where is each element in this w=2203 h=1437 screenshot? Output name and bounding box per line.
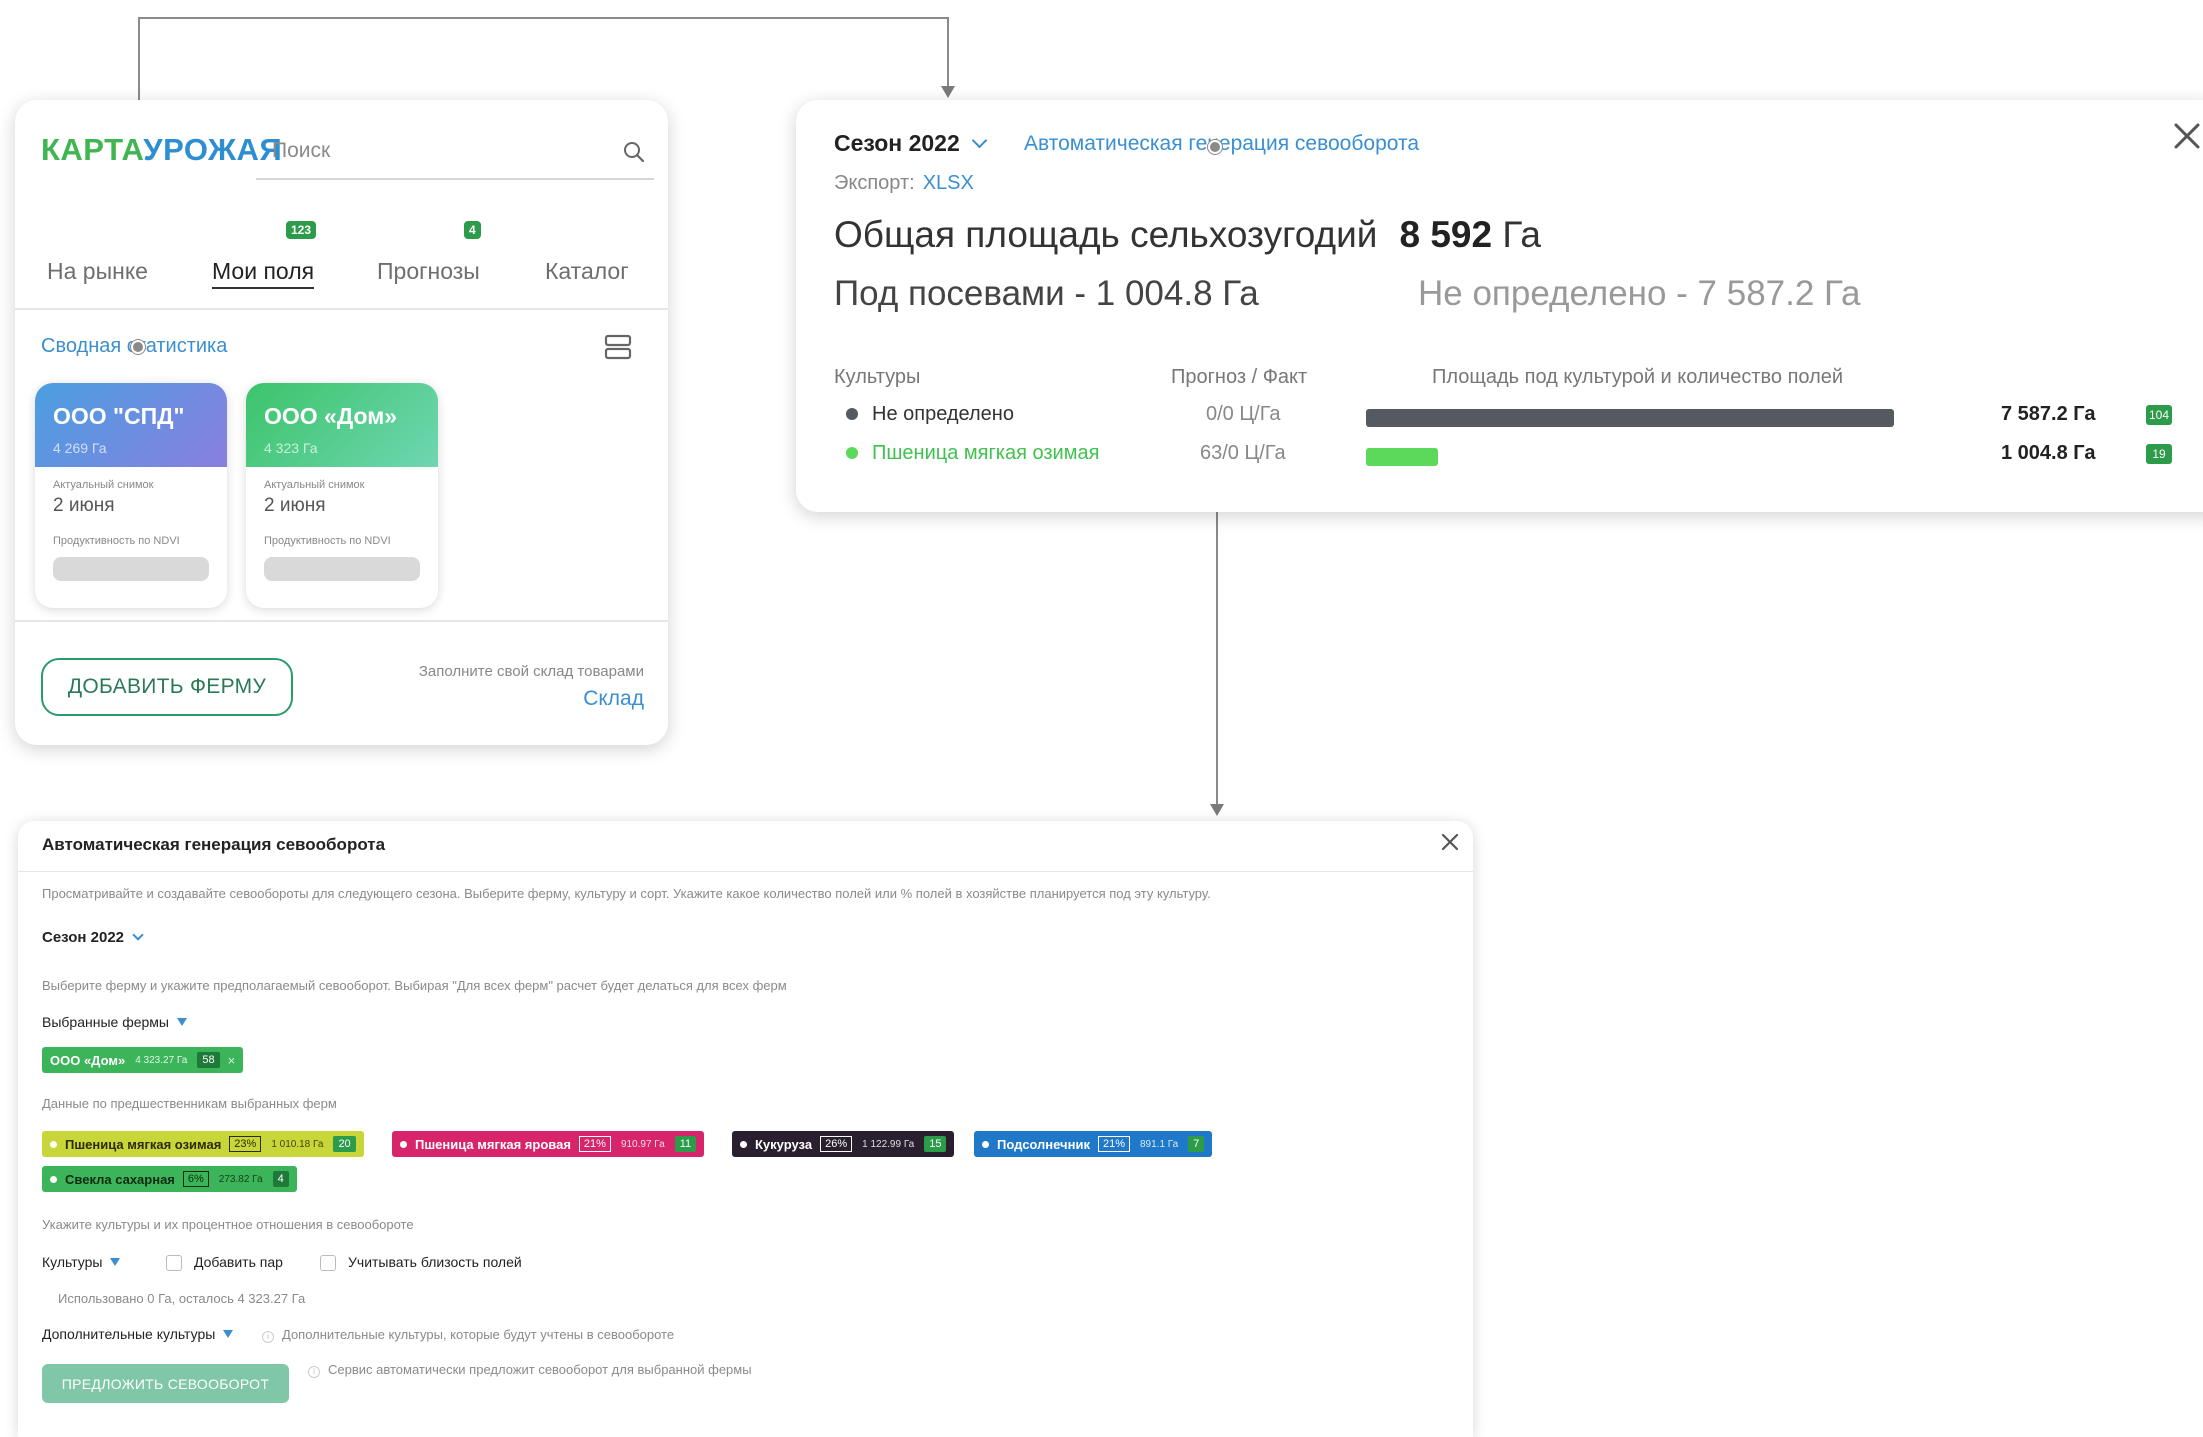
info-icon: i (308, 1366, 320, 1378)
predecessor-chip-corn[interactable]: Кукуруза 26% 1 122.99 Га 15 (732, 1131, 955, 1157)
modal-description: Просматривайте и создавайте севообороты … (42, 886, 1211, 901)
tab-catalog[interactable]: Каталог (545, 258, 629, 285)
tab-my-fields[interactable]: Мои поля (212, 258, 315, 289)
snapshot-label: Актуальный снимок (264, 479, 365, 491)
modal-title: Автоматическая генерация севооборота (42, 835, 386, 854)
connector-dot (131, 340, 145, 354)
crops-dropdown[interactable]: Культуры (42, 1254, 121, 1270)
warehouse-link[interactable]: Склад (583, 687, 644, 711)
crop-row-undefined[interactable]: Не определено (846, 403, 1014, 426)
farm-area: 4 269 Га (53, 440, 107, 456)
suggest-rotation-button[interactable]: ПРЕДЛОЖИТЬ СЕВООБОРОТ (42, 1364, 289, 1403)
export-xlsx-link[interactable]: XLSX (923, 172, 974, 194)
total-area: Общая площадь сельхозугодий 8 592 Га (834, 214, 1541, 255)
selected-farm-chip[interactable]: ООО «Дом» 4 323.27 Га 58 × (42, 1047, 244, 1073)
fields-count-badge: 11 (674, 1136, 697, 1152)
list-view-icon[interactable] (603, 332, 633, 362)
crop-area-value: 1 004.8 Га (2001, 442, 2096, 464)
snapshot-label: Актуальный снимок (53, 479, 154, 491)
selected-farms-dropdown[interactable]: Выбранные фермы (42, 1014, 187, 1030)
add-fallow-label: Добавить пар (194, 1254, 283, 1270)
ndvi-bar (264, 557, 420, 581)
fields-count-badge: 19 (2146, 444, 2172, 464)
predecessor-chip-sunflower[interactable]: Подсолнечник 21% 891.1 Га 7 (974, 1131, 1213, 1157)
season-stats-panel: Сезон 2022 Автоматическая генерация сево… (796, 100, 2203, 512)
search-input[interactable] (256, 128, 586, 174)
crop-area-value: 7 587.2 Га (2001, 403, 2096, 425)
search-icon[interactable] (622, 140, 646, 164)
farm-card-spd[interactable]: ООО "СПД" 4 269 Га Актуальный снимок 2 и… (35, 383, 227, 608)
farm-card-header: ООО "СПД" 4 269 Га (35, 383, 227, 467)
crop-forecast: 63/0 Ц/Га (1200, 442, 1286, 464)
crop-forecast: 0/0 Ц/Га (1206, 403, 1281, 425)
snapshot-date: 2 июня (264, 495, 326, 516)
crops-hint: Укажите культуры и их процентное отношен… (42, 1217, 414, 1232)
add-farm-button[interactable]: ДОБАВИТЬ ФЕРМУ (41, 658, 293, 716)
divider (18, 871, 1473, 872)
used-area-text: Использовано 0 Га, осталось 4 323.27 Га (58, 1291, 306, 1306)
crop-area-bar (1366, 448, 1438, 466)
warehouse-hint: Заполните свой склад товарами (418, 663, 644, 680)
crop-color-dot (846, 447, 858, 459)
farm-area: 4 323 Га (264, 440, 318, 456)
farm-card-dom[interactable]: ООО «Дом» 4 323 Га Актуальный снимок 2 и… (246, 383, 438, 608)
suggest-hint: i Сервис автоматически предложит севообор… (308, 1362, 752, 1378)
divider (15, 620, 668, 622)
col-header-crops: Культуры (834, 366, 921, 388)
fields-count-badge: 7 (1188, 1136, 1205, 1152)
col-header-forecast: Прогноз / Факт (1171, 366, 1308, 388)
field-proximity-checkbox[interactable] (320, 1255, 336, 1271)
app-logo[interactable]: КАРТАУРОЖАЯ (41, 132, 282, 168)
ndvi-label: Продуктивность по NDVI (264, 535, 391, 547)
chevron-down-icon (132, 929, 144, 941)
predecessor-chip-spring-wheat[interactable]: Пшеница мягкая яровая 21% 910.97 Га 11 (392, 1131, 705, 1157)
connector-dot (1208, 140, 1222, 154)
dropdown-arrow-icon (223, 1330, 234, 1338)
predecessor-chip-winter-wheat[interactable]: Пшеница мягкая озимая 23% 1 010.18 Га 20 (42, 1131, 364, 1157)
close-icon[interactable] (2171, 120, 2203, 152)
sown-area: Под посевами - 1 004.8 Га (834, 274, 1259, 313)
crop-color-dot (846, 408, 858, 420)
forecasts-count-badge: 4 (464, 221, 481, 239)
crop-row-winter-wheat[interactable]: Пшеница мягкая озимая (846, 442, 1099, 465)
ndvi-label: Продуктивность по NDVI (53, 535, 180, 547)
main-tabs: На рынке Мои поля 123 Прогнозы 4 Каталог (15, 220, 668, 310)
additional-crops-hint: i Дополнительные культуры, которые будут … (262, 1327, 674, 1343)
col-header-area: Площадь под культурой и количество полей (1432, 366, 1844, 388)
fields-count-badge: 104 (2146, 405, 2172, 425)
fields-count-badge: 20 (333, 1136, 356, 1152)
snapshot-date: 2 июня (53, 495, 115, 516)
dropdown-arrow-icon (110, 1258, 121, 1266)
remove-chip-icon[interactable]: × (228, 1053, 236, 1068)
chevron-down-icon (971, 132, 988, 149)
app-widget: КАРТАУРОЖАЯ На рынке Мои поля 123 Прогно… (15, 100, 668, 745)
dropdown-arrow-icon (176, 1018, 187, 1026)
my-fields-count-badge: 123 (286, 221, 317, 239)
search-bar (256, 128, 654, 180)
ndvi-bar (53, 557, 209, 581)
tab-forecasts[interactable]: Прогнозы (377, 258, 480, 285)
fields-count-badge: 58 (197, 1052, 220, 1068)
farm-card-header: ООО «Дом» 4 323 Га (246, 383, 438, 467)
farm-name: ООО "СПД" (53, 403, 185, 429)
export-row: Экспорт: XLSX (834, 172, 974, 194)
season-selector[interactable]: Сезон 2022 (42, 929, 144, 946)
autogen-rotation-modal: Автоматическая генерация севооборота Про… (18, 821, 1473, 1437)
predecessor-chip-sugar-beet[interactable]: Свекла сахарная 6% 273.82 Га 4 (42, 1166, 297, 1192)
undefined-area: Не определено - 7 587.2 Га (1418, 274, 1861, 313)
farm-hint: Выберите ферму и укажите предполагаемый … (42, 978, 787, 993)
fields-count-badge: 15 (924, 1136, 947, 1152)
fields-count-badge: 4 (272, 1171, 289, 1187)
tab-market[interactable]: На рынке (47, 258, 148, 285)
crop-area-bar (1366, 409, 1894, 427)
field-proximity-label: Учитывать близость полей (348, 1254, 522, 1270)
info-icon: i (262, 1331, 274, 1343)
additional-crops-dropdown[interactable]: Дополнительные культуры (42, 1326, 234, 1342)
close-icon[interactable] (1439, 831, 1461, 853)
predecessors-label: Данные по предшественникам выбранных фер… (42, 1096, 337, 1111)
farm-name: ООО «Дом» (264, 403, 398, 429)
season-selector[interactable]: Сезон 2022 (834, 130, 988, 157)
add-fallow-checkbox[interactable] (166, 1255, 182, 1271)
